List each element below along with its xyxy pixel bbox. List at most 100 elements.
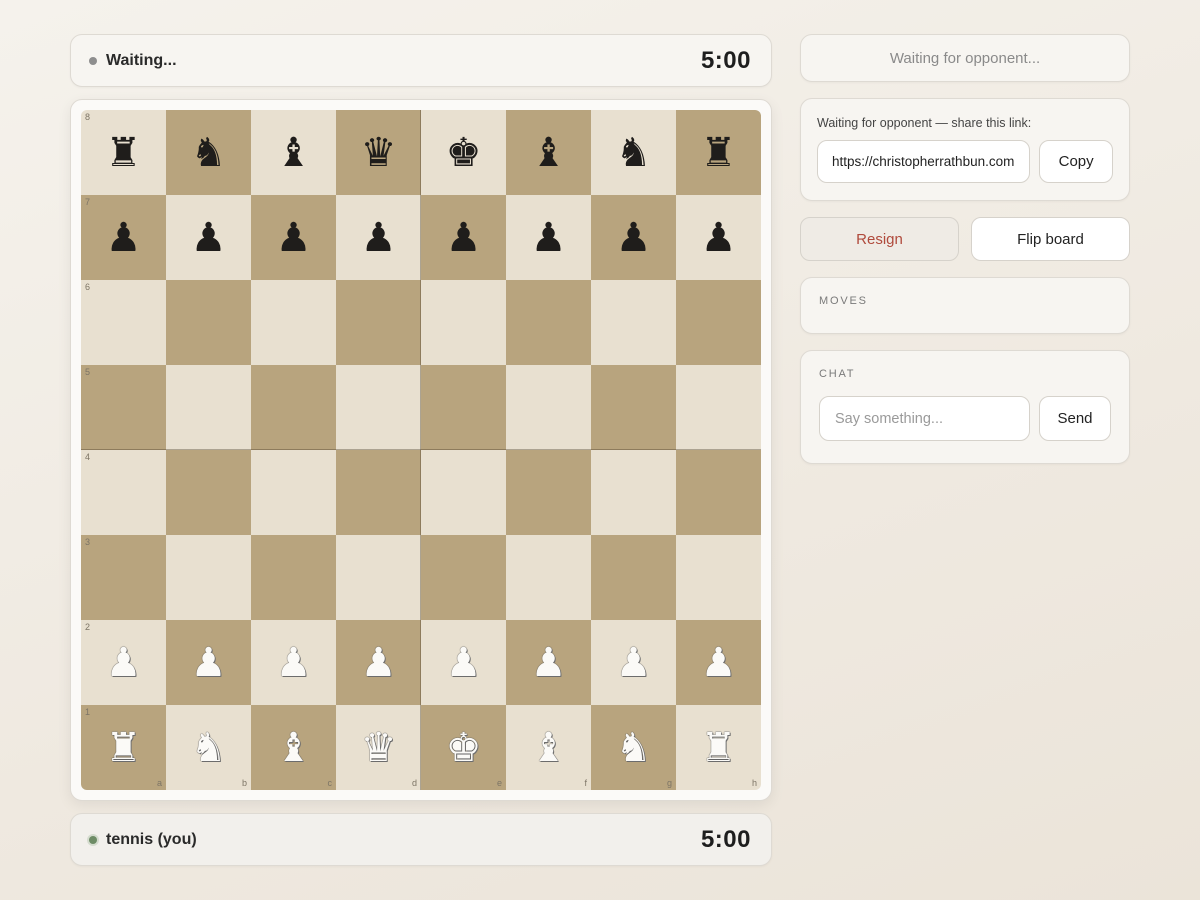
square-h1[interactable]: h ♜	[676, 705, 761, 790]
square-c6[interactable]	[251, 280, 336, 365]
square-d1[interactable]: d ♛	[336, 705, 421, 790]
square-f4[interactable]	[506, 450, 591, 535]
square-a8[interactable]: 8 ♜	[81, 110, 166, 195]
black-knight-icon[interactable]: ♞	[616, 133, 652, 173]
resign-button[interactable]: Resign	[800, 217, 959, 261]
square-e6[interactable]	[421, 280, 506, 365]
square-c1[interactable]: c ♝	[251, 705, 336, 790]
square-e3[interactable]	[421, 535, 506, 620]
chat-input[interactable]	[819, 396, 1030, 441]
square-e7[interactable]: ♟	[421, 195, 506, 280]
square-b3[interactable]	[166, 535, 251, 620]
square-h8[interactable]: ♜	[676, 110, 761, 195]
square-f1[interactable]: f ♝	[506, 705, 591, 790]
square-a4[interactable]: 4	[81, 450, 166, 535]
black-knight-icon[interactable]: ♞	[191, 133, 227, 173]
black-pawn-icon[interactable]: ♟	[361, 218, 397, 258]
square-g8[interactable]: ♞	[591, 110, 676, 195]
square-d7[interactable]: ♟	[336, 195, 421, 280]
square-e8[interactable]: ♚	[421, 110, 506, 195]
square-f6[interactable]	[506, 280, 591, 365]
white-knight-icon[interactable]: ♞	[191, 728, 227, 768]
square-g2[interactable]: ♟	[591, 620, 676, 705]
square-d4[interactable]	[336, 450, 421, 535]
square-e4[interactable]	[421, 450, 506, 535]
square-a7[interactable]: 7 ♟	[81, 195, 166, 280]
white-pawn-icon[interactable]: ♟	[276, 643, 312, 683]
square-g1[interactable]: g ♞	[591, 705, 676, 790]
square-d8[interactable]: ♛	[336, 110, 421, 195]
square-c4[interactable]	[251, 450, 336, 535]
square-g4[interactable]	[591, 450, 676, 535]
flip-board-button[interactable]: Flip board	[971, 217, 1130, 261]
black-bishop-icon[interactable]: ♝	[531, 133, 567, 173]
square-f2[interactable]: ♟	[506, 620, 591, 705]
white-bishop-icon[interactable]: ♝	[276, 728, 312, 768]
square-g7[interactable]: ♟	[591, 195, 676, 280]
square-e5[interactable]	[421, 365, 506, 450]
square-b2[interactable]: ♟	[166, 620, 251, 705]
send-button[interactable]: Send	[1039, 396, 1111, 441]
square-f3[interactable]	[506, 535, 591, 620]
square-d3[interactable]	[336, 535, 421, 620]
square-g5[interactable]	[591, 365, 676, 450]
black-pawn-icon[interactable]: ♟	[446, 218, 482, 258]
square-d6[interactable]	[336, 280, 421, 365]
square-a1[interactable]: 1 a ♜	[81, 705, 166, 790]
square-h4[interactable]	[676, 450, 761, 535]
square-g6[interactable]	[591, 280, 676, 365]
black-pawn-icon[interactable]: ♟	[191, 218, 227, 258]
white-pawn-icon[interactable]: ♟	[616, 643, 652, 683]
black-queen-icon[interactable]: ♛	[361, 133, 397, 173]
black-king-icon[interactable]: ♚	[446, 133, 482, 173]
square-c7[interactable]: ♟	[251, 195, 336, 280]
black-pawn-icon[interactable]: ♟	[106, 218, 142, 258]
square-c2[interactable]: ♟	[251, 620, 336, 705]
square-b8[interactable]: ♞	[166, 110, 251, 195]
white-queen-icon[interactable]: ♛	[361, 728, 397, 768]
white-knight-icon[interactable]: ♞	[616, 728, 652, 768]
square-h7[interactable]: ♟	[676, 195, 761, 280]
square-b1[interactable]: b ♞	[166, 705, 251, 790]
black-bishop-icon[interactable]: ♝	[276, 133, 312, 173]
square-g3[interactable]	[591, 535, 676, 620]
square-c5[interactable]	[251, 365, 336, 450]
square-f8[interactable]: ♝	[506, 110, 591, 195]
black-rook-icon[interactable]: ♜	[106, 133, 142, 173]
black-pawn-icon[interactable]: ♟	[531, 218, 567, 258]
square-d2[interactable]: ♟	[336, 620, 421, 705]
square-h3[interactable]	[676, 535, 761, 620]
white-rook-icon[interactable]: ♜	[701, 728, 737, 768]
square-b6[interactable]	[166, 280, 251, 365]
white-pawn-icon[interactable]: ♟	[106, 643, 142, 683]
square-d5[interactable]	[336, 365, 421, 450]
square-b7[interactable]: ♟	[166, 195, 251, 280]
white-king-icon[interactable]: ♚	[446, 728, 482, 768]
white-pawn-icon[interactable]: ♟	[361, 643, 397, 683]
square-h5[interactable]	[676, 365, 761, 450]
white-pawn-icon[interactable]: ♟	[701, 643, 737, 683]
square-e1[interactable]: e ♚	[421, 705, 506, 790]
square-h6[interactable]	[676, 280, 761, 365]
black-rook-icon[interactable]: ♜	[701, 133, 737, 173]
white-bishop-icon[interactable]: ♝	[531, 728, 567, 768]
white-pawn-icon[interactable]: ♟	[191, 643, 227, 683]
chess-board[interactable]: 8 ♜ ♞ ♝ ♛ ♚ ♝ ♞ ♜ 7 ♟ ♟ ♟ ♟ ♟ ♟ ♟ ♟ 6 5 4 3 2 ♟ ♟ ♟ ♟ ♟ ♟ ♟ ♟ 1 a ♜ b ♞ c ♝ d ♛…	[81, 110, 761, 790]
square-b5[interactable]	[166, 365, 251, 450]
black-pawn-icon[interactable]: ♟	[616, 218, 652, 258]
square-f5[interactable]	[506, 365, 591, 450]
square-f7[interactable]: ♟	[506, 195, 591, 280]
black-pawn-icon[interactable]: ♟	[701, 218, 737, 258]
square-h2[interactable]: ♟	[676, 620, 761, 705]
square-a3[interactable]: 3	[81, 535, 166, 620]
share-link-input[interactable]	[817, 140, 1031, 183]
copy-button[interactable]: Copy	[1039, 140, 1113, 183]
square-b4[interactable]	[166, 450, 251, 535]
square-c3[interactable]	[251, 535, 336, 620]
square-a6[interactable]: 6	[81, 280, 166, 365]
black-pawn-icon[interactable]: ♟	[276, 218, 312, 258]
square-a5[interactable]: 5	[81, 365, 166, 450]
square-a2[interactable]: 2 ♟	[81, 620, 166, 705]
white-pawn-icon[interactable]: ♟	[531, 643, 567, 683]
white-rook-icon[interactable]: ♜	[106, 728, 142, 768]
